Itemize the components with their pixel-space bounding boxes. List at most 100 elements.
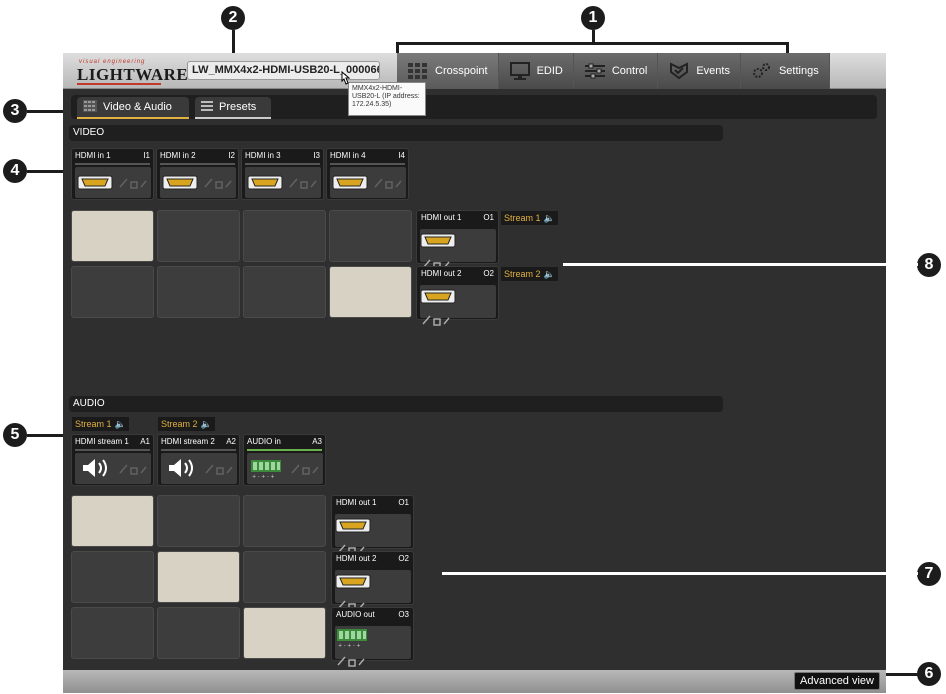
hdmi-connector-icon (335, 514, 411, 541)
audio-output-1[interactable]: HDMI out 1 O1 (331, 495, 414, 555)
video-input-3[interactable]: HDMI in 3 I3 (241, 148, 324, 200)
status-icons (203, 461, 235, 477)
audio-crosspoint-cell[interactable] (157, 495, 240, 547)
callout-3: 3 (3, 99, 27, 123)
svg-text:+ - + - +: + - + - + (252, 474, 275, 479)
port-label: HDMI out 1 (336, 498, 377, 507)
callout-2: 2 (221, 6, 245, 30)
audio-crosspoint-cell[interactable] (243, 495, 326, 547)
video-crosspoint-cell[interactable] (243, 210, 326, 262)
nav-settings[interactable]: Settings (740, 53, 830, 89)
video-crosspoint-cell[interactable] (157, 210, 240, 262)
video-crosspoint-cell[interactable] (243, 266, 326, 318)
tabs-bar: Video & Audio Presets (71, 95, 877, 119)
list-icon (201, 100, 213, 115)
video-input-4[interactable]: HDMI in 4 I4 (326, 148, 409, 200)
video-output-1-stream: Stream 1 🔈 (501, 211, 558, 225)
callout-4: 4 (3, 159, 27, 183)
video-input-1[interactable]: HDMI in 1 I1 (71, 148, 154, 200)
nav-edid[interactable]: EDID (498, 53, 574, 89)
speaker-icon (77, 457, 113, 479)
audio-input-1[interactable]: HDMI stream 1 A1 (71, 434, 154, 486)
tab-video-audio[interactable]: Video & Audio (77, 97, 189, 119)
device-tooltip: MMX4x2-HDMI-USB20-L (IP address: 172.24.… (348, 82, 426, 116)
audio-output-3[interactable]: AUDIO out O3 + - + - + (331, 607, 414, 667)
hdmi-connector-icon (420, 285, 496, 312)
hdmi-connector-icon (335, 570, 411, 597)
video-crosspoint-cell[interactable] (71, 210, 154, 262)
hdmi-connector-icon (77, 171, 113, 193)
audio-input-2[interactable]: HDMI stream 2 A2 (157, 434, 240, 486)
audio-section-header: AUDIO (69, 396, 723, 412)
video-crosspoint-cell[interactable] (329, 266, 412, 318)
callout-1-bracket (396, 42, 789, 45)
port-label: HDMI out 2 (421, 269, 462, 278)
audio-crosspoint-cell[interactable] (157, 551, 240, 603)
port-label: HDMI out 1 (421, 213, 462, 222)
video-input-2[interactable]: HDMI in 2 I2 (156, 148, 239, 200)
video-crosspoint-cell[interactable] (157, 266, 240, 318)
gears-icon (751, 62, 773, 80)
tab-presets[interactable]: Presets (195, 97, 271, 119)
device-name-label[interactable]: LW_MMX4x2-HDMI-USB20-L_000066... (187, 61, 380, 80)
callout-6-line (882, 673, 918, 676)
callout-7: 7 (917, 562, 941, 586)
callout-6: 6 (917, 662, 941, 686)
port-id: A3 (312, 437, 322, 446)
port-label: HDMI in 3 (245, 151, 281, 160)
video-output-2-stream: Stream 2 🔈 (501, 267, 558, 281)
video-output-1[interactable]: HDMI out 1 O1 (416, 210, 499, 270)
sliders-icon (584, 62, 606, 80)
audio-stream-1-label: Stream 1 🔈 (72, 417, 129, 431)
port-label: HDMI in 1 (75, 151, 111, 160)
port-label: HDMI out 2 (336, 554, 377, 563)
callout-5: 5 (3, 423, 27, 447)
bottom-bar: Advanced view (63, 670, 886, 693)
video-crosspoint-cell[interactable] (329, 210, 412, 262)
status-icons (117, 175, 149, 191)
hdmi-connector-icon (162, 171, 198, 193)
port-id: O3 (398, 610, 409, 619)
status-icons (202, 175, 234, 191)
video-crosspoint-cell[interactable] (71, 266, 154, 318)
callout-8-line (563, 263, 918, 266)
speaker-icon: 🔈 (543, 212, 555, 223)
audio-crosspoint-cell[interactable] (243, 607, 326, 659)
audio-input-3[interactable]: AUDIO in A3 + - + - + (243, 434, 326, 486)
speaker-icon: 🔈 (543, 268, 555, 279)
terminal-block-icon: + - + - + (249, 457, 285, 480)
callout-7-line (442, 572, 918, 575)
audio-crosspoint-cell[interactable] (157, 607, 240, 659)
port-id: I4 (398, 151, 405, 160)
port-label: HDMI in 2 (160, 151, 196, 160)
events-icon (668, 62, 690, 80)
callout-1: 1 (581, 6, 605, 30)
port-label: HDMI stream 1 (75, 437, 129, 446)
app-window: visual engineering LIGHTWARE LW_MMX4x2-H… (63, 53, 886, 693)
advanced-view-button[interactable]: Advanced view (794, 672, 880, 690)
mouse-cursor-icon (341, 71, 351, 85)
callout-8: 8 (917, 253, 941, 277)
crosspoint-icon (407, 62, 429, 80)
hdmi-connector-icon (332, 171, 368, 193)
port-id: O1 (398, 498, 409, 507)
port-label: HDMI stream 2 (161, 437, 215, 446)
audio-output-2[interactable]: HDMI out 2 O2 (331, 551, 414, 611)
audio-crosspoint-cell[interactable] (71, 551, 154, 603)
nav-events[interactable]: Events (658, 53, 741, 89)
status-icons (372, 175, 404, 191)
terminal-block-icon: + - + - + (335, 626, 411, 653)
audio-crosspoint-cell[interactable] (243, 551, 326, 603)
monitor-icon (509, 62, 531, 80)
status-icons (289, 461, 321, 477)
port-id: A1 (140, 437, 150, 446)
speaker-icon: 🔈 (200, 418, 212, 429)
nav-control[interactable]: Control (573, 53, 659, 89)
status-icons (117, 461, 149, 477)
audio-crosspoint-cell[interactable] (71, 607, 154, 659)
video-output-2[interactable]: HDMI out 2 O2 (416, 266, 499, 326)
port-id: I1 (143, 151, 150, 160)
audio-crosspoint-cell[interactable] (71, 495, 154, 547)
port-id: O2 (398, 554, 409, 563)
audio-stream-2-label: Stream 2 🔈 (158, 417, 215, 431)
